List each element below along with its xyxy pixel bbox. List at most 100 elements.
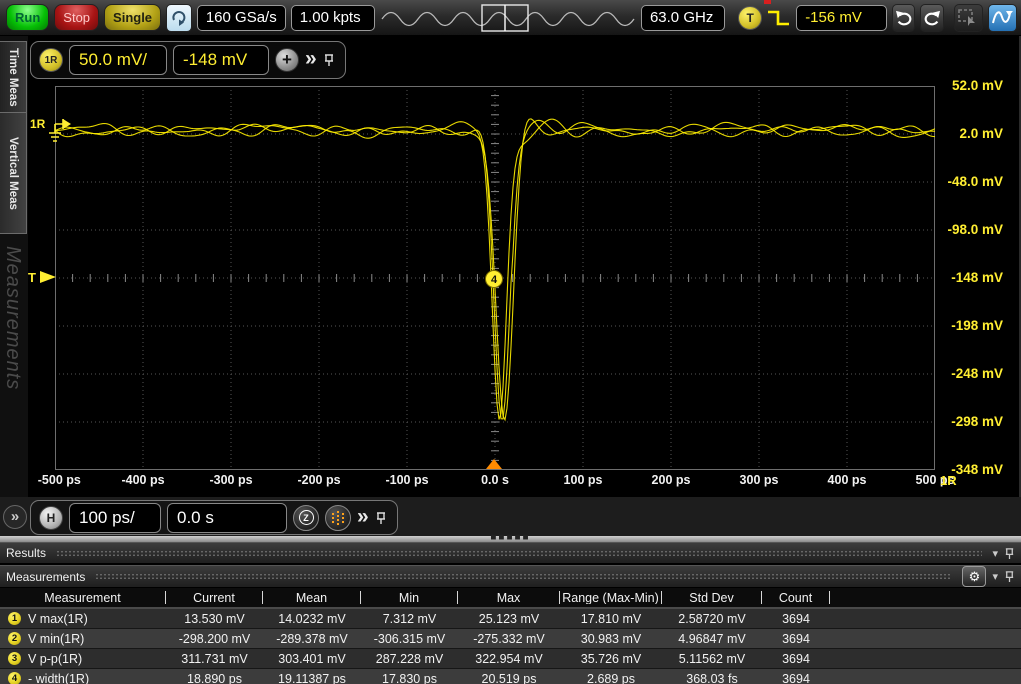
trigger-marker-label: T (28, 270, 36, 285)
column-header: Count (762, 591, 830, 604)
horizontal-pin-button[interactable] (375, 511, 387, 525)
redo-button[interactable] (920, 4, 943, 32)
y-axis-label: -248 mV (913, 366, 1003, 381)
sample-rate-field[interactable]: 160 GSa/s (197, 5, 286, 31)
waveform-plot[interactable]: 4 (55, 86, 935, 470)
x-axis-label: 200 ps (652, 473, 691, 487)
channel-marker-label: 1R (30, 117, 45, 131)
pin-icon (323, 53, 335, 67)
add-channel-button[interactable]: + (275, 48, 299, 72)
table-row: 2V min(1R)-298.200 mV-289.378 mV-306.315… (0, 629, 1021, 649)
results-panel-header[interactable]: Results ▾ (0, 542, 1021, 564)
measurement-value: 18.890 ps (166, 672, 263, 684)
x-axis-label: -100 ps (385, 473, 428, 487)
measurement-value: 287.228 mV (361, 652, 458, 666)
undo-button[interactable] (892, 4, 915, 32)
trigger-badge[interactable]: T (738, 6, 762, 30)
results-leader (56, 550, 982, 557)
channel-reference-marker[interactable]: 1R (30, 117, 79, 149)
horizontal-badge[interactable]: H (39, 506, 63, 530)
trigger-level-marker[interactable]: T (28, 268, 58, 286)
measurement-value: 4.96847 mV (662, 632, 762, 646)
stop-button[interactable]: Stop (54, 4, 99, 31)
measurement-value: 5.11562 mV (662, 652, 762, 666)
measurement-value: 17.830 ps (361, 672, 458, 684)
redo-icon (923, 10, 941, 26)
x-axis-label: -300 ps (209, 473, 252, 487)
region-select-tool-button[interactable] (954, 4, 983, 32)
column-header: Current (166, 591, 263, 604)
oscilloscope-window: Run Stop Single 160 GSa/s 1.00 kpts 63.0… (0, 0, 1021, 684)
y-axis-label: -148 mV (913, 270, 1003, 285)
measurement-number-badge: 4 (8, 672, 21, 684)
measurement-name: V min(1R) (28, 632, 84, 646)
trigger-falling-edge-icon[interactable] (767, 6, 791, 30)
measurement-value: 14.0232 mV (263, 612, 361, 626)
results-dropdown-arrow[interactable]: ▾ (992, 547, 998, 560)
results-pin-icon[interactable] (1004, 547, 1015, 560)
channel-offset-field[interactable]: -148 mV (173, 45, 269, 75)
measurement-value: 20.519 ps (458, 672, 560, 684)
horizontal-controls: H 100 ps/ 0.0 s Z » (30, 500, 398, 535)
table-row: 1V max(1R)13.530 mV14.0232 mV7.312 mV25.… (0, 609, 1021, 629)
column-header: Max (458, 591, 560, 604)
measurement-value: 3694 (762, 652, 830, 666)
measurement-value: 13.530 mV (166, 612, 263, 626)
measurement-value: 25.123 mV (458, 612, 560, 626)
waveform-drag-tool-button[interactable] (988, 4, 1017, 32)
x-axis-label: -400 ps (121, 473, 164, 487)
x-axis-label: -500 ps (38, 473, 81, 487)
column-header: Min (361, 591, 458, 604)
memory-depth-field[interactable]: 1.00 kpts (291, 5, 375, 31)
markers-icon (332, 511, 344, 525)
channel-more-chevron[interactable]: » (305, 48, 317, 72)
column-header: Mean (263, 591, 361, 604)
column-header: Measurement (0, 591, 166, 604)
column-header: Std Dev (662, 591, 762, 604)
column-header: Range (Max-Min) (560, 591, 662, 604)
table-row: 4- width(1R)18.890 ps19.11387 ps17.830 p… (0, 669, 1021, 684)
measurements-panel-header[interactable]: Measurements ⚙ ▾ (0, 565, 1021, 588)
trigger-event-marker[interactable]: 4 (491, 274, 498, 286)
x-axis-label: 0.0 s (481, 473, 509, 487)
measurements-settings-button[interactable]: ⚙ (962, 566, 986, 587)
measurement-value: 368.03 fs (662, 672, 762, 684)
horizontal-more-chevron[interactable]: » (357, 506, 369, 530)
measurement-value: 2.58720 mV (662, 612, 762, 626)
run-button[interactable]: Run (6, 4, 49, 31)
clear-display-button[interactable] (166, 4, 192, 32)
measurement-value: 2.689 ps (560, 672, 662, 684)
measurement-value: 7.312 mV (361, 612, 458, 626)
measurement-value: -298.200 mV (166, 632, 263, 646)
waveform-drag-icon (991, 8, 1013, 28)
measurement-value: -275.332 mV (458, 632, 560, 646)
expand-panel-button[interactable]: » (3, 505, 27, 529)
y-axis-label: -48.0 mV (913, 174, 1003, 189)
x-axis-label: 300 ps (740, 473, 779, 487)
timebase-position-strip[interactable] (380, 2, 636, 34)
channel-pin-button[interactable] (323, 53, 335, 67)
zoom-button[interactable]: Z (293, 505, 319, 531)
markers-button[interactable] (325, 505, 351, 531)
waveform-display-area[interactable]: 1R 50.0 mV/ -148 mV + » 4 52.0 mV2.0 mV-… (28, 36, 1021, 497)
measurement-number-badge: 2 (8, 632, 21, 645)
tab-vertical-meas[interactable]: Vertical Meas (0, 112, 27, 234)
measurements-pin-icon[interactable] (1004, 570, 1015, 583)
y-axis-label: -98.0 mV (913, 222, 1003, 237)
timebase-position-field[interactable]: 0.0 s (167, 503, 287, 533)
x-axis-label: -200 ps (297, 473, 340, 487)
single-button[interactable]: Single (104, 4, 161, 31)
measurement-value: 19.11387 ps (263, 672, 361, 684)
y-axis-label: -298 mV (913, 414, 1003, 429)
trigger-level-field[interactable]: -156 mV (796, 5, 887, 31)
channel-1r-badge[interactable]: 1R (39, 48, 63, 72)
bandwidth-field[interactable]: 63.0 GHz (641, 5, 725, 31)
measurement-value: 17.810 mV (560, 612, 662, 626)
tab-time-meas[interactable]: Time Meas (0, 41, 27, 113)
channel-scale-field[interactable]: 50.0 mV/ (69, 45, 167, 75)
measurements-dropdown-arrow[interactable]: ▾ (992, 570, 998, 583)
timebase-scale-field[interactable]: 100 ps/ (69, 503, 161, 533)
measurement-value: -289.378 mV (263, 632, 361, 646)
undo-icon (895, 10, 913, 26)
channel-ground-marker-icon (45, 117, 79, 149)
